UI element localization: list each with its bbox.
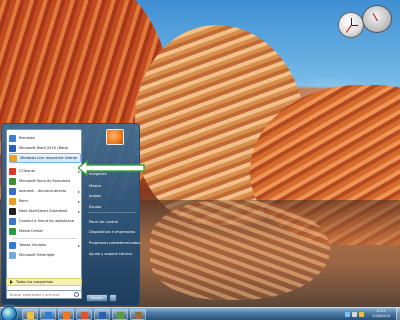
program-item[interactable]: Tareas iniciales ▸ (9, 240, 81, 250)
start-search-input[interactable] (10, 291, 74, 298)
shutdown-options-button[interactable]: › (109, 294, 117, 302)
program-item[interactable]: Microsoft Security Essentials (9, 176, 81, 186)
program-label: CCleaner (19, 169, 36, 173)
taskbar: 12:21 21/06/2010 (0, 306, 400, 320)
start-link-label: Equipo (89, 205, 102, 209)
media-center-icon (9, 227, 16, 235)
program-label: Paint (19, 199, 28, 203)
start-link[interactable]: Programas predeterminados (86, 238, 141, 248)
program-item[interactable]: wrenesh - dicciona directo ▸ (9, 186, 81, 196)
program-label: Microsoft Silverlight (19, 253, 55, 257)
program-item[interactable]: Microsoft Silverlight (9, 250, 81, 260)
all-programs-label: Todos los programas (16, 280, 53, 284)
taskbar-button[interactable] (94, 309, 110, 320)
shutdown-button[interactable]: Apagar (86, 294, 108, 302)
start-link-label: Juegos (89, 194, 101, 198)
tray-date: 21/06/2010 (371, 314, 391, 318)
start-menu-programs-pane: Recortes Microsoft Word 2010 (Beta) Window… (6, 129, 82, 297)
app-icon (135, 312, 142, 319)
security-icon (9, 177, 16, 185)
submenu-arrow-icon: ▸ (77, 188, 80, 194)
dictionary-icon (9, 187, 16, 195)
program-label: Media Center (19, 229, 44, 233)
ccleaner-icon (9, 167, 16, 175)
program-item[interactable]: Contact a friend for assistance (9, 216, 81, 226)
explorer-icon (27, 312, 34, 319)
start-link[interactable]: Equipo (86, 202, 138, 212)
silverlight-icon (9, 251, 16, 259)
network-icon[interactable] (345, 312, 350, 317)
action-center-icon[interactable] (359, 312, 364, 317)
submenu-arrow-icon: ▸ (77, 208, 80, 214)
shutdown-label: Apagar (90, 296, 104, 300)
program-item[interactable]: Media Center (9, 226, 81, 236)
submenu-arrow-icon: ▸ (77, 242, 80, 248)
program-item[interactable]: Paint ▸ (9, 196, 81, 206)
program-item[interactable]: Nero StartSmart Essentials ▸ (9, 206, 81, 216)
start-link[interactable]: Juegos (86, 191, 138, 201)
program-item[interactable]: CCleaner ▸ (9, 166, 81, 176)
program-label: Microsoft Security Essentials (19, 179, 71, 183)
program-label: Microsoft Word 2010 (Beta) (19, 146, 69, 150)
tray-clock[interactable]: 12:21 21/06/2010 (367, 309, 395, 320)
assistance-icon (9, 217, 16, 225)
right-pane-divider (88, 212, 136, 213)
taskbar-button[interactable] (76, 309, 92, 320)
all-programs-button[interactable]: Todos los programas (6, 278, 82, 286)
start-link[interactable]: Dispositivos e impresoras (86, 227, 138, 237)
show-desktop-button[interactable] (396, 308, 400, 320)
taskbar-button[interactable] (22, 309, 38, 320)
all-programs-arrow-icon (10, 280, 13, 284)
media-player-icon (63, 312, 70, 319)
taskbar-button[interactable] (130, 309, 146, 320)
taskbar-button[interactable] (40, 309, 56, 320)
program-item[interactable]: Recortes (9, 133, 81, 143)
getting-started-icon (9, 241, 16, 249)
start-link[interactable]: Ayuda y soporte técnico (86, 249, 138, 259)
volume-icon[interactable] (352, 312, 357, 317)
start-link-label: Panel de control (89, 220, 118, 224)
start-button[interactable] (1, 306, 17, 320)
wallpaper-reflection (150, 200, 330, 300)
start-link[interactable]: Música (86, 181, 138, 191)
start-menu: Recortes Microsoft Word 2010 (Beta) Window… (1, 123, 140, 306)
program-label: Recortes (19, 136, 35, 140)
start-search-box[interactable] (6, 290, 82, 299)
paint-icon (9, 197, 16, 205)
clock-second-hand (345, 24, 352, 33)
word-icon (9, 144, 16, 152)
start-link-label: Ayuda y soporte técnico (89, 252, 133, 256)
ie-icon (45, 312, 52, 319)
search-icon (74, 292, 79, 297)
program-label: Nero StartSmart Essentials (19, 209, 68, 213)
nero-icon (9, 207, 16, 215)
program-label: Tareas iniciales (19, 243, 47, 247)
word-icon (99, 312, 106, 319)
windows-live-icon (10, 154, 17, 162)
meter-needle (372, 12, 378, 22)
program-label: wrenesh - dicciona directo (19, 189, 67, 193)
submenu-arrow-icon: ▸ (77, 198, 80, 204)
firefox-icon (81, 312, 88, 319)
clock-minute-hand (351, 25, 358, 26)
green-arrow-annotation (78, 160, 145, 176)
clock-gadget[interactable] (338, 12, 364, 38)
taskbar-button[interactable] (112, 309, 128, 320)
cpu-meter-gadget[interactable] (362, 5, 392, 33)
scissors-icon (9, 134, 16, 142)
program-label: Windows Live Important Infante (20, 156, 78, 160)
program-item[interactable]: Microsoft Word 2010 (Beta) (9, 143, 81, 153)
taskbar-button[interactable] (58, 309, 74, 320)
user-picture[interactable] (106, 129, 124, 145)
program-label: Contact a friend for assistance (19, 219, 75, 223)
start-link-label: Programas predeterminados (89, 241, 141, 245)
start-link[interactable]: Panel de control (86, 217, 138, 227)
app-icon (117, 312, 124, 319)
program-list-divider (13, 238, 77, 239)
program-item[interactable]: Windows Live Important Infante (9, 153, 81, 163)
start-link-label: Dispositivos e impresoras (89, 230, 136, 234)
start-link-label: Música (89, 184, 102, 188)
